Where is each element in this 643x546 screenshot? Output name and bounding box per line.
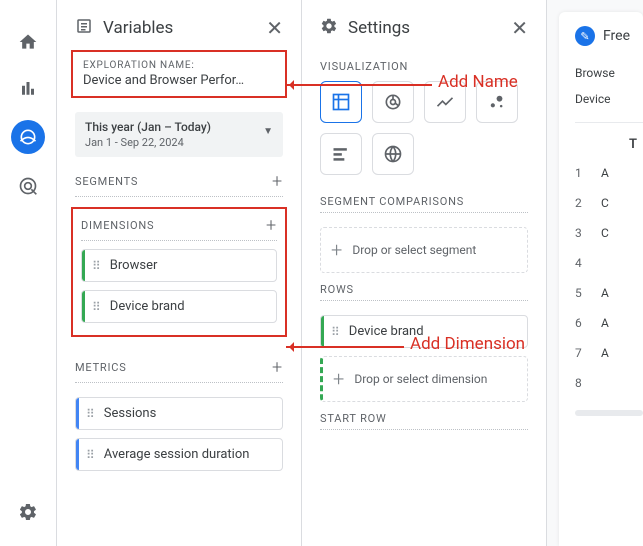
exploration-name-label: EXPLORATION NAME: — [83, 60, 275, 71]
scrollbar[interactable] — [575, 410, 643, 416]
nav-explore-icon[interactable] — [11, 120, 45, 154]
table-row[interactable]: 7A — [575, 338, 643, 368]
totals-label: T — [575, 137, 643, 152]
row-number: 2 — [575, 196, 589, 210]
drag-handle-icon: ⠿ — [86, 448, 96, 462]
segments-section: SEGMENTS + — [57, 161, 301, 203]
dimensions-section: DIMENSIONS + ⠿ Browser ⠿ Device brand — [71, 207, 287, 337]
add-segment-button[interactable]: + — [272, 171, 283, 192]
date-range-picker[interactable]: This year (Jan – Today) Jan 1 - Sep 22, … — [75, 112, 283, 157]
drag-handle-icon: ⠿ — [331, 325, 341, 339]
row-number: 8 — [575, 376, 589, 390]
date-preset: This year (Jan – Today) — [85, 120, 273, 134]
segment-comparisons-label: SEGMENT COMPARISONS — [320, 195, 464, 208]
tab-title[interactable]: Free — [603, 28, 630, 44]
visualization-label: VISUALIZATION — [320, 60, 408, 73]
viz-line-button[interactable] — [424, 81, 466, 123]
dimensions-label: DIMENSIONS — [81, 219, 154, 232]
viz-donut-button[interactable] — [372, 81, 414, 123]
edit-tab-icon[interactable]: ✎ — [575, 26, 595, 46]
drag-handle-icon: ⠿ — [86, 407, 96, 421]
viz-geo-button[interactable] — [372, 133, 414, 175]
table-row[interactable]: 6A — [575, 308, 643, 338]
row-drop-text: Drop or select dimension — [354, 372, 487, 386]
variables-title: Variables — [103, 18, 256, 38]
viz-scatter-button[interactable] — [476, 81, 518, 123]
visualization-grid — [302, 77, 546, 185]
plus-icon: + — [333, 367, 344, 391]
table-row[interactable]: 8 — [575, 368, 643, 398]
drag-handle-icon: ⠿ — [92, 259, 102, 273]
table-row[interactable]: 5A — [575, 278, 643, 308]
report-header: Browse — [575, 60, 643, 86]
metric-label: Average session duration — [104, 447, 250, 462]
add-dimension-button[interactable]: + — [266, 215, 277, 236]
dimension-chip[interactable]: ⠿ Device brand — [81, 290, 277, 323]
plus-icon: + — [331, 238, 342, 262]
row-number: 3 — [575, 226, 589, 240]
annotation-arrow — [286, 84, 432, 86]
settings-panel: Settings ✕ VISUALIZATION SEGMENT COMPARI… — [301, 0, 546, 546]
row-drop-zone[interactable]: + Drop or select dimension — [320, 356, 528, 402]
row-cell: A — [601, 286, 609, 300]
dimension-chip[interactable]: ⠿ Browser — [81, 249, 277, 282]
rows-label: ROWS — [320, 283, 354, 296]
report-header: Device — [575, 86, 643, 112]
row-cell: C — [601, 226, 609, 240]
settings-icon — [320, 17, 338, 39]
variables-panel: Variables ✕ EXPLORATION NAME: Device and… — [56, 0, 301, 546]
row-number: 6 — [575, 316, 589, 330]
exploration-name-field[interactable]: EXPLORATION NAME: Device and Browser Per… — [71, 50, 287, 98]
metric-chip[interactable]: ⠿ Sessions — [75, 397, 283, 430]
metrics-label: METRICS — [75, 361, 127, 374]
metrics-section: METRICS + — [57, 347, 301, 389]
table-row[interactable]: 4 — [575, 248, 643, 278]
dimension-label: Browser — [110, 258, 158, 273]
report-area: ✎ Free Browse Device T 1A2C3C45A6A7A8 — [546, 0, 643, 546]
variables-icon — [75, 17, 93, 39]
nav-settings-icon[interactable] — [14, 498, 42, 526]
close-icon[interactable]: ✕ — [266, 16, 283, 40]
row-cell: A — [601, 346, 609, 360]
row-number: 4 — [575, 256, 589, 270]
table-row[interactable]: 2C — [575, 188, 643, 218]
row-cell: C — [601, 196, 609, 210]
nav-home-icon[interactable] — [14, 28, 42, 56]
close-icon[interactable]: ✕ — [511, 16, 528, 40]
chevron-down-icon: ▼ — [263, 126, 273, 137]
row-number: 5 — [575, 286, 589, 300]
row-chip[interactable]: ⠿ Device brand — [320, 315, 528, 348]
report-tab: ✎ Free Browse Device T 1A2C3C45A6A7A8 — [559, 12, 643, 546]
row-number: 7 — [575, 346, 589, 360]
settings-title: Settings — [348, 18, 501, 38]
metric-label: Sessions — [104, 406, 157, 421]
viz-bar-button[interactable] — [320, 133, 362, 175]
segments-label: SEGMENTS — [75, 175, 138, 188]
nav-ads-icon[interactable] — [14, 172, 42, 200]
exploration-name-value: Device and Browser Perfor… — [83, 73, 275, 88]
add-metric-button[interactable]: + — [272, 357, 283, 378]
viz-table-button[interactable] — [320, 81, 362, 123]
metric-chip[interactable]: ⠿ Average session duration — [75, 438, 283, 471]
annotation-arrow — [286, 346, 404, 348]
row-number: 1 — [575, 166, 589, 180]
row-cell: A — [601, 316, 609, 330]
table-row[interactable]: 3C — [575, 218, 643, 248]
segment-drop-text: Drop or select segment — [352, 243, 476, 257]
row-cell: A — [601, 166, 609, 180]
table-row[interactable]: 1A — [575, 158, 643, 188]
drag-handle-icon: ⠿ — [92, 300, 102, 314]
start-row-label: START ROW — [320, 412, 387, 425]
segment-drop-zone[interactable]: + Drop or select segment — [320, 227, 528, 273]
dimension-label: Device brand — [110, 299, 185, 314]
nav-rail — [0, 0, 56, 546]
row-label: Device brand — [349, 324, 424, 339]
nav-reports-icon[interactable] — [14, 74, 42, 102]
date-range: Jan 1 - Sep 22, 2024 — [85, 136, 273, 149]
